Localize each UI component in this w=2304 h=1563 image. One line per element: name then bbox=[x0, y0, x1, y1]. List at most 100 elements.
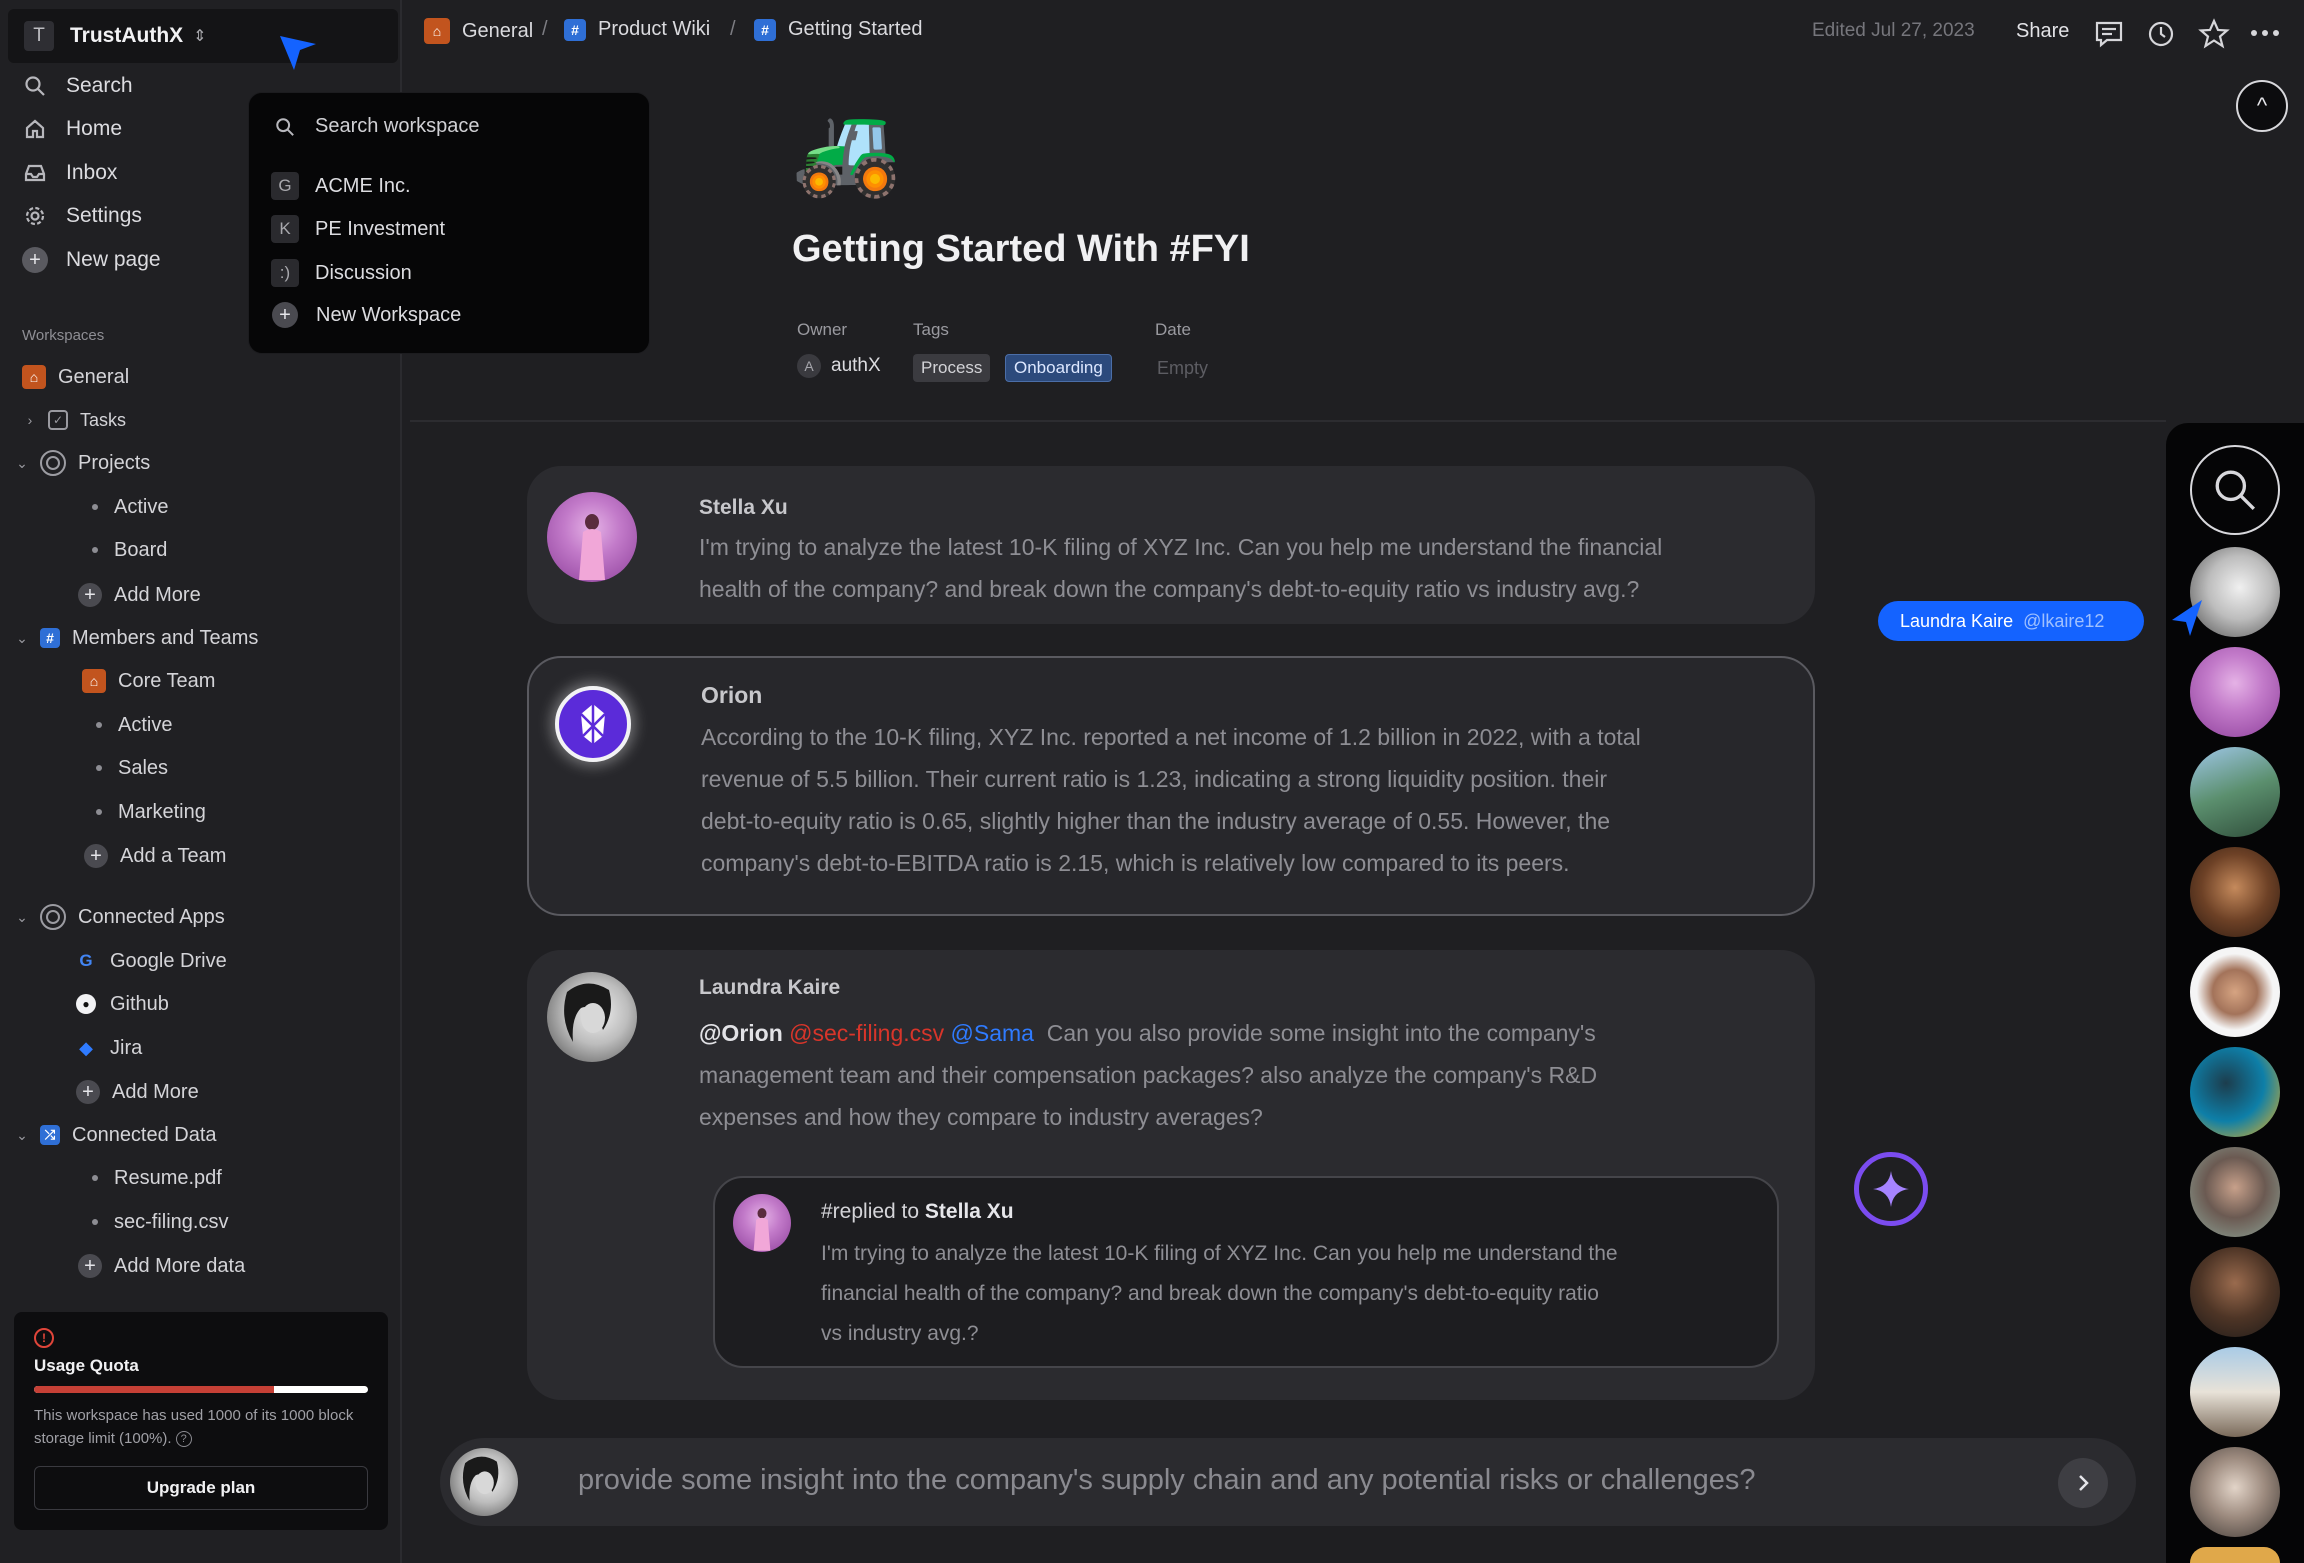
message-composer[interactable]: provide some insight into the company's … bbox=[440, 1438, 2136, 1526]
composer-input-text[interactable]: provide some insight into the company's … bbox=[578, 1464, 1756, 1497]
sidebar-item-members[interactable]: ⌄ # Members and Teams bbox=[14, 621, 258, 655]
breadcrumb-getting-started[interactable]: # Getting Started bbox=[754, 18, 923, 41]
collaborator-avatar[interactable] bbox=[2190, 1547, 2280, 1563]
message-author: Laundra Kaire bbox=[699, 976, 841, 999]
sidebar-item-resume[interactable]: Resume.pdf bbox=[92, 1161, 222, 1195]
quota-progress-fill bbox=[34, 1386, 275, 1393]
reply-text: I'm trying to analyze the latest 10-K fi… bbox=[821, 1242, 1618, 1345]
data-add-more[interactable]: + Add More data bbox=[78, 1249, 245, 1283]
sidebar-item-members-active[interactable]: Active bbox=[96, 708, 172, 742]
tags-label: Tags bbox=[913, 320, 949, 339]
page-title[interactable]: Getting Started With #FYI bbox=[792, 228, 1250, 271]
collaborator-avatar[interactable] bbox=[2190, 747, 2280, 837]
sidebar-item-general[interactable]: ⌂ General bbox=[22, 360, 129, 394]
sidebar-item-connected-apps[interactable]: ⌄ Connected Apps bbox=[14, 900, 225, 934]
collaborator-avatar[interactable] bbox=[2190, 1447, 2280, 1537]
sidebar-item-projects-board[interactable]: Board bbox=[92, 533, 167, 567]
share-button[interactable]: Share bbox=[2016, 20, 2069, 43]
nav-inbox[interactable]: Inbox bbox=[22, 155, 117, 191]
workspace-badge: K bbox=[271, 215, 299, 243]
collaborator-avatar[interactable] bbox=[2190, 1347, 2280, 1437]
sidebar-item-connected-data[interactable]: ⌄ ⤮ Connected Data bbox=[14, 1118, 216, 1152]
collaborator-avatar[interactable] bbox=[2190, 847, 2280, 937]
bullet-icon bbox=[92, 1219, 98, 1225]
apps-add-more[interactable]: + Add More bbox=[76, 1075, 199, 1109]
collaborator-avatar[interactable] bbox=[2190, 647, 2280, 737]
workspace-option-pe[interactable]: K PE Investment bbox=[271, 215, 445, 243]
message-card-orion: Orion According to the 10-K filing, XYZ … bbox=[527, 656, 1815, 916]
owner-value[interactable]: A authX bbox=[797, 354, 881, 378]
collapse-up-button[interactable]: ^ bbox=[2236, 80, 2288, 132]
sidebar-item-label: Sales bbox=[118, 756, 169, 779]
sidebar-item-members-sales[interactable]: Sales bbox=[96, 751, 168, 785]
nav-new-page[interactable]: + New page bbox=[22, 242, 161, 278]
members-add-team[interactable]: + Add a Team bbox=[84, 839, 226, 873]
plus-circle-icon: + bbox=[22, 247, 48, 273]
breadcrumb-product-wiki[interactable]: # Product Wiki bbox=[564, 18, 710, 41]
sidebar-item-jira[interactable]: ◆ Jira bbox=[74, 1031, 142, 1065]
collaborator-cursor-tag: Laundra Kaire @lkaire12 bbox=[1878, 601, 2144, 641]
workspace-option-discussion[interactable]: :) Discussion bbox=[271, 259, 412, 287]
search-icon bbox=[22, 73, 48, 99]
workspace-option-label: PE Investment bbox=[315, 217, 446, 240]
message-card: Stella Xu I'm trying to analyze the late… bbox=[527, 466, 1815, 624]
avatar[interactable] bbox=[547, 492, 637, 582]
workspace-option-acme[interactable]: G ACME Inc. bbox=[271, 172, 411, 200]
hash-icon: # bbox=[564, 18, 586, 41]
sidebar-item-tasks[interactable]: › ✓ Tasks bbox=[22, 403, 126, 437]
workspace-switcher[interactable]: T TrustAuthX ⇕ bbox=[8, 9, 398, 63]
projects-add-more[interactable]: + Add More bbox=[78, 578, 201, 612]
mention-file[interactable]: @sec-filing.csv bbox=[789, 1020, 944, 1046]
page-emoji[interactable]: 🚜 bbox=[792, 100, 902, 200]
nav-settings[interactable]: Settings bbox=[22, 198, 142, 234]
chevron-right-icon bbox=[2079, 1475, 2089, 1491]
gear-icon bbox=[22, 203, 48, 229]
home-icon: ⌂ bbox=[82, 669, 106, 693]
reply-quote[interactable]: #replied to Stella Xu I'm trying to anal… bbox=[713, 1176, 1779, 1368]
nav-search[interactable]: Search bbox=[22, 68, 133, 104]
collaborator-avatar[interactable] bbox=[2190, 1047, 2280, 1137]
collaborator-avatar[interactable] bbox=[2190, 1247, 2280, 1337]
message-text: @Orion @sec-filing.csv @Sama Can you als… bbox=[699, 1020, 1598, 1130]
search-icon bbox=[2215, 470, 2256, 511]
date-value[interactable]: Empty bbox=[1157, 358, 1208, 379]
nav-settings-label: Settings bbox=[66, 204, 142, 227]
bullet-icon bbox=[96, 722, 102, 728]
orion-logo-icon[interactable] bbox=[555, 686, 631, 762]
nav-home[interactable]: Home bbox=[22, 111, 122, 147]
send-button[interactable] bbox=[2058, 1458, 2108, 1508]
cursor-tag-name: Laundra Kaire bbox=[1900, 610, 2014, 631]
nav-search-label: Search bbox=[66, 74, 133, 97]
sidebar-item-projects-active[interactable]: Active bbox=[92, 490, 168, 524]
comment-icon[interactable] bbox=[2094, 19, 2124, 49]
sidebar-item-google-drive[interactable]: G Google Drive bbox=[74, 944, 226, 978]
collaborator-avatar[interactable] bbox=[2190, 947, 2280, 1037]
shuffle-icon: ⤮ bbox=[40, 1125, 60, 1145]
star-icon[interactable] bbox=[2198, 18, 2230, 50]
mention-orion[interactable]: @Orion bbox=[699, 1020, 783, 1046]
new-workspace-button[interactable]: + New Workspace bbox=[271, 302, 461, 328]
ai-sparkle-button[interactable] bbox=[1854, 1152, 1928, 1226]
nav-inbox-label: Inbox bbox=[66, 161, 118, 184]
sidebar-item-members-marketing[interactable]: Marketing bbox=[96, 795, 206, 829]
quota-description: This workspace has used 1000 of its 1000… bbox=[34, 1407, 354, 1448]
history-icon[interactable] bbox=[2146, 19, 2176, 49]
sidebar-item-core-team[interactable]: ⌂ Core Team bbox=[82, 664, 215, 698]
sidebar-item-label: Tasks bbox=[80, 409, 127, 430]
sidebar-item-projects[interactable]: ⌄ Projects bbox=[14, 446, 150, 480]
more-options-icon[interactable] bbox=[2250, 28, 2280, 38]
avatar[interactable] bbox=[547, 972, 637, 1062]
mention-sama[interactable]: @Sama bbox=[951, 1020, 1034, 1046]
breadcrumb-general[interactable]: ⌂ General bbox=[424, 18, 533, 44]
sidebar-item-sec-filing[interactable]: sec-filing.csv bbox=[92, 1205, 228, 1239]
tag-onboarding[interactable]: Onboarding bbox=[1005, 354, 1112, 382]
jira-icon: ◆ bbox=[79, 1037, 93, 1058]
chevron-down-icon: ⌄ bbox=[16, 1126, 28, 1143]
sidebar-item-github[interactable]: ● Github bbox=[74, 987, 169, 1021]
upgrade-plan-button[interactable]: Upgrade plan bbox=[34, 1466, 368, 1510]
collaborator-avatar[interactable] bbox=[2190, 1147, 2280, 1237]
tag-process[interactable]: Process bbox=[913, 354, 991, 382]
workspace-search[interactable]: Search workspace bbox=[271, 115, 480, 138]
home-icon: ⌂ bbox=[424, 18, 450, 44]
rail-search-button[interactable] bbox=[2190, 445, 2280, 535]
